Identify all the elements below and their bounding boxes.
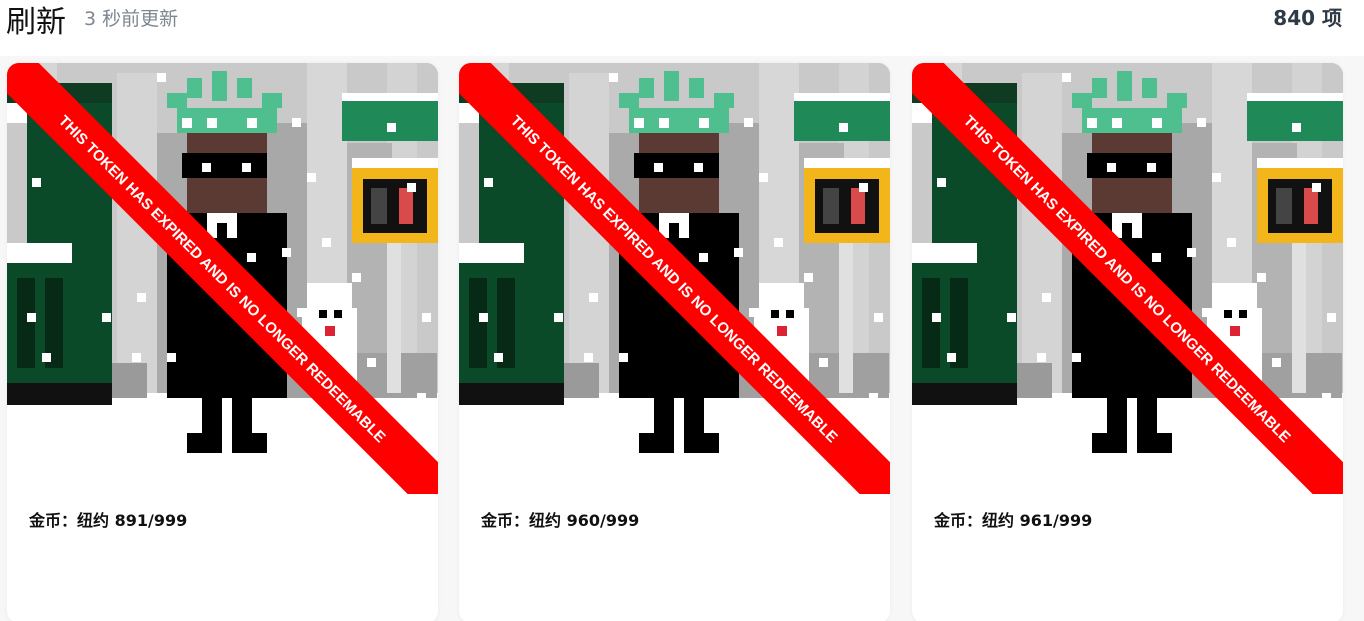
- nft-card[interactable]: THIS TOKEN HAS EXPIRED AND IS NO LONGER …: [912, 63, 1343, 621]
- nft-card-grid: THIS TOKEN HAS EXPIRED AND IS NO LONGER …: [0, 56, 1364, 621]
- nft-artwork: THIS TOKEN HAS EXPIRED AND IS NO LONGER …: [459, 63, 890, 494]
- nft-card[interactable]: THIS TOKEN HAS EXPIRED AND IS NO LONGER …: [7, 63, 438, 621]
- refresh-button[interactable]: 刷新: [6, 6, 66, 40]
- last-updated-text: 3 秒前更新: [84, 8, 179, 30]
- nft-card-title: 金币：纽约 961/999: [934, 511, 1093, 530]
- nft-card[interactable]: THIS TOKEN HAS EXPIRED AND IS NO LONGER …: [459, 63, 890, 621]
- top-bar: 刷新 3 秒前更新 840 项: [0, 0, 1364, 50]
- item-count: 840 项: [1273, 6, 1342, 30]
- nft-image: THIS TOKEN HAS EXPIRED AND IS NO LONGER …: [459, 63, 890, 494]
- nft-image: THIS TOKEN HAS EXPIRED AND IS NO LONGER …: [7, 63, 438, 494]
- nft-card-title: 金币：纽约 891/999: [29, 511, 188, 530]
- nft-image: THIS TOKEN HAS EXPIRED AND IS NO LONGER …: [912, 63, 1343, 494]
- nft-card-title: 金币：纽约 960/999: [481, 511, 640, 530]
- nft-artwork: THIS TOKEN HAS EXPIRED AND IS NO LONGER …: [7, 63, 438, 494]
- nft-artwork: THIS TOKEN HAS EXPIRED AND IS NO LONGER …: [912, 63, 1343, 494]
